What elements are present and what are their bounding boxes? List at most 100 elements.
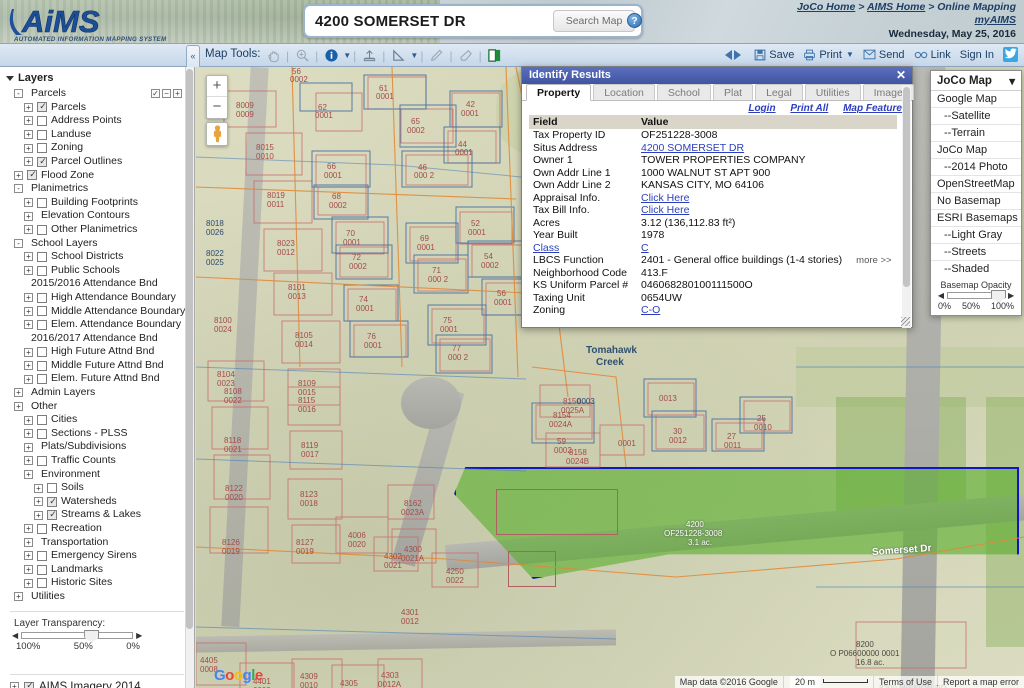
identify-scroll-thumb[interactable]	[903, 87, 910, 287]
layer-item-environment[interactable]: + Environment	[0, 468, 194, 482]
layer-expander-icon[interactable]: +	[24, 565, 33, 575]
value-link[interactable]: C	[641, 242, 649, 254]
identify-results-panel[interactable]: Identify Results ✕ Property Location Schoo…	[521, 66, 914, 328]
chevron-down-icon[interactable]: ▾	[1009, 74, 1015, 88]
layer-expander-icon[interactable]: +	[24, 537, 33, 547]
layer-checkbox[interactable]	[37, 143, 47, 154]
layer-expander-icon[interactable]: +	[24, 374, 33, 384]
forward-arrow-icon[interactable]	[734, 49, 742, 60]
value-link[interactable]: Click Here	[641, 204, 689, 216]
layer-checkbox[interactable]	[37, 224, 47, 235]
map-feature-link[interactable]: Map Feature	[843, 103, 902, 114]
layer-transparency-slider[interactable]: ◀ ▶	[0, 629, 194, 643]
draw-pencil-icon[interactable]	[425, 46, 447, 65]
group-collapse-all-icon[interactable]: −	[162, 89, 171, 99]
layer-item-other[interactable]: + Other	[0, 400, 194, 414]
basemap-option-openstreetmap[interactable]: OpenStreetMap	[931, 176, 1021, 193]
slider-left-arrow-icon[interactable]: ◀	[12, 631, 18, 640]
layer-expander-icon[interactable]: +	[24, 198, 33, 208]
address-search-box[interactable]: 4200 SOMERSET DR Search Map	[303, 4, 643, 38]
layer-item-school-layers[interactable]: - School Layers	[0, 237, 194, 251]
layer-expander-icon[interactable]: +	[24, 469, 33, 479]
property-field-value[interactable]: C-O	[637, 304, 897, 317]
imagery-checkbox[interactable]	[24, 680, 35, 688]
layer-checkbox[interactable]	[37, 115, 47, 126]
select-shape-icon[interactable]	[387, 46, 409, 65]
layer-checkbox[interactable]	[37, 155, 48, 168]
basemap-option-joco-map[interactable]: JoCo Map	[931, 142, 1021, 159]
value-link[interactable]: C-O	[641, 304, 660, 316]
layer-checkbox[interactable]	[37, 292, 47, 303]
street-view-pegman-icon[interactable]	[206, 122, 228, 146]
identify-dropdown-caret-icon[interactable]: ▼	[343, 51, 351, 60]
terms-of-use-link[interactable]: Terms of Use	[873, 675, 937, 688]
print-button[interactable]: Print ▼	[803, 49, 854, 61]
layer-item-plats-subdivisions[interactable]: + Plats/Subdivisions	[0, 440, 194, 454]
layer-expander-icon[interactable]: +	[34, 497, 43, 507]
layer-expander-icon[interactable]: +	[24, 211, 33, 221]
layer-item-parcels[interactable]: - Parcels ✓ − +	[0, 87, 194, 101]
layer-checkbox[interactable]	[37, 306, 47, 317]
layer-item-historic-sites[interactable]: + Historic Sites	[0, 576, 194, 590]
layer-expander-icon[interactable]: +	[24, 429, 33, 439]
layer-item-high-attendance-boundary[interactable]: + High Attendance Boundary	[0, 291, 194, 305]
layer-item-elem-attendance-boundary[interactable]: + Elem. Attendance Boundary	[0, 318, 194, 332]
layer-checkbox[interactable]	[27, 168, 38, 182]
layer-expander-icon[interactable]: +	[24, 225, 33, 235]
layer-expander-icon[interactable]: +	[24, 347, 33, 357]
basemap-option-streets[interactable]: --Streets	[931, 244, 1021, 261]
layer-expander-icon[interactable]: +	[14, 592, 23, 602]
print-dropdown-caret-icon[interactable]: ▼	[846, 50, 854, 59]
tab-property[interactable]: Property	[526, 84, 592, 101]
property-field-name[interactable]: Class	[529, 242, 637, 255]
history-nav-arrows[interactable]	[725, 49, 742, 60]
help-icon[interactable]: ?	[627, 13, 642, 28]
layer-checkbox[interactable]	[37, 197, 47, 208]
breadcrumb-aims-home[interactable]: AIMS Home	[867, 1, 925, 13]
identify-tabs[interactable]: Property Location School Plat Legal Utilities…	[522, 84, 914, 101]
search-map-button[interactable]: Search Map	[553, 10, 635, 32]
layer-expander-icon[interactable]: +	[24, 320, 33, 330]
layer-expander-icon[interactable]: +	[24, 578, 33, 588]
save-button[interactable]: Save	[754, 49, 794, 61]
basemap-selector-panel[interactable]: JoCo Map ▾ Google Map --Satellite --Terrai…	[930, 70, 1022, 316]
layer-item-soils[interactable]: + Soils	[0, 481, 194, 495]
layer-expander-icon[interactable]: +	[24, 252, 33, 262]
layer-checkbox[interactable]	[37, 374, 47, 385]
basemap-option-no-basemap[interactable]: No Basemap	[931, 193, 1021, 210]
slider-right-arrow-icon[interactable]: ▶	[136, 631, 142, 640]
layer-expander-icon[interactable]: +	[24, 415, 33, 425]
tab-plat[interactable]: Plat	[713, 84, 754, 100]
value-link[interactable]: Click Here	[641, 192, 689, 204]
layer-checkbox[interactable]	[37, 550, 47, 561]
imagery-expander-icon[interactable]: +	[10, 682, 19, 688]
layer-expander-icon[interactable]: +	[24, 456, 33, 466]
layer-expander-icon[interactable]: +	[24, 143, 33, 153]
layer-checkbox[interactable]	[37, 319, 47, 330]
field-link[interactable]: Class	[533, 242, 559, 254]
opacity-track[interactable]	[947, 290, 1006, 303]
signin-button[interactable]: Sign In	[960, 49, 994, 61]
layer-item-cities[interactable]: + Cities	[0, 413, 194, 427]
layer-expander-icon[interactable]: +	[24, 116, 33, 126]
layer-expander-icon[interactable]: +	[24, 551, 33, 561]
layer-expander-icon[interactable]: +	[24, 157, 33, 167]
breadcrumb-myaims[interactable]: myAIMS	[797, 14, 1016, 26]
breadcrumb-joco-home[interactable]: JoCo Home	[797, 1, 855, 13]
layer-checkbox[interactable]	[37, 564, 47, 575]
layer-checkbox[interactable]	[37, 347, 47, 358]
tab-school[interactable]: School	[656, 84, 711, 100]
property-field-value[interactable]: Click Here	[637, 204, 897, 217]
basemap-selected-row[interactable]: JoCo Map ▾	[931, 71, 1021, 91]
layer-expander-icon[interactable]: +	[24, 442, 33, 452]
layer-expander-icon[interactable]: -	[14, 184, 23, 194]
link-button[interactable]: Link	[914, 49, 951, 61]
layer-expander-icon[interactable]: -	[14, 89, 23, 99]
layer-expander-icon[interactable]: +	[34, 483, 43, 493]
layer-expander-icon[interactable]: +	[34, 510, 43, 520]
layer-item-high-future-attnd-bnd[interactable]: + High Future Attnd Bnd	[0, 345, 194, 359]
layer-expander-icon[interactable]: +	[24, 306, 33, 316]
twitter-icon[interactable]	[1003, 47, 1018, 62]
layer-tree[interactable]: -Parcels✓−++Parcels+Address Points+Landu…	[0, 87, 194, 604]
layer-expander-icon[interactable]: +	[24, 524, 33, 534]
